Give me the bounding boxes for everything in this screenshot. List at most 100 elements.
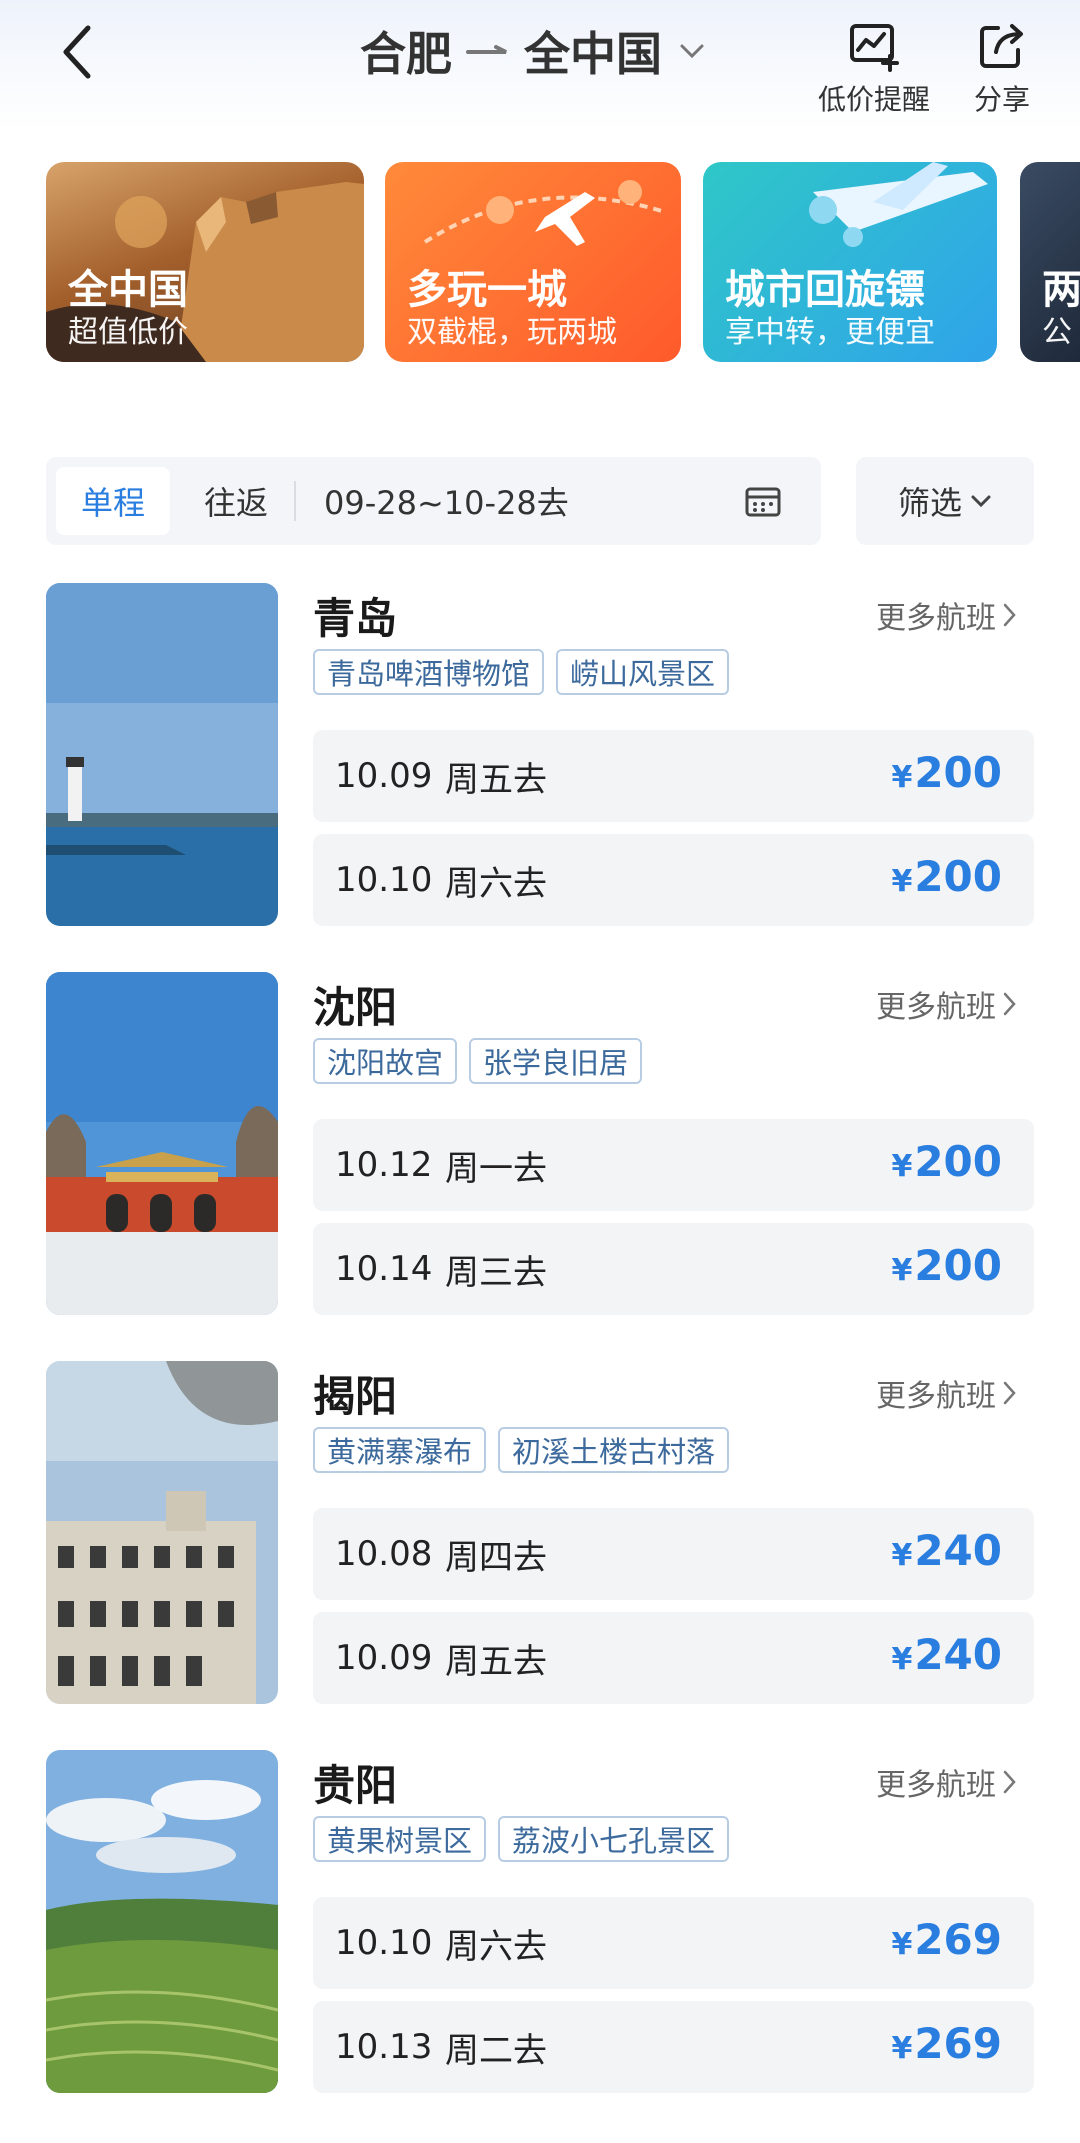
flight-weekday: 周四去 xyxy=(445,1537,547,1578)
attraction-tags: 黄果树景区 荔波小七孔景区 xyxy=(313,1816,730,1862)
flight-weekday: 周五去 xyxy=(445,759,547,800)
price-value: 269 xyxy=(914,2019,1002,2068)
flight-row[interactable]: 10.10 周六去 ¥269 xyxy=(313,1897,1034,1989)
banner-multi-city[interactable]: 多玩一城 双截棍，玩两城 xyxy=(385,162,681,362)
chevron-left-icon xyxy=(63,25,91,79)
origin-city: 合肥 xyxy=(360,27,452,81)
flight-date: 10.08 xyxy=(335,1534,433,1574)
attraction-tag[interactable]: 黄满寨瀑布 xyxy=(313,1427,487,1473)
city-name: 揭阳 xyxy=(313,1372,398,1421)
more-flights-label: 更多航班 xyxy=(876,601,996,636)
banner-partial[interactable]: 两 公 xyxy=(1020,162,1080,362)
flight-date: 10.13 xyxy=(335,2027,433,2067)
city-name: 青岛 xyxy=(313,594,398,643)
attraction-tag[interactable]: 黄果树景区 xyxy=(313,1816,487,1862)
currency-symbol: ¥ xyxy=(891,864,913,899)
price-value: 240 xyxy=(914,1630,1002,1679)
attraction-tag[interactable]: 张学良旧居 xyxy=(469,1038,643,1084)
price-value: 240 xyxy=(914,1526,1002,1575)
destination-photo xyxy=(46,583,278,926)
low-price-alert-button[interactable]: 低价提醒 xyxy=(818,18,930,118)
currency-symbol: ¥ xyxy=(891,2031,913,2066)
destination-card[interactable]: 沈阳 更多航班 沈阳故宫 张学良旧居 10.12 周一去 ¥200 10.14 … xyxy=(0,972,1080,1332)
more-flights-link[interactable]: 更多航班 xyxy=(876,1371,1018,1415)
arrow-right-icon xyxy=(466,45,507,54)
attraction-tag[interactable]: 荔波小七孔景区 xyxy=(498,1816,730,1862)
flight-date: 10.09 xyxy=(335,1638,433,1678)
banner-city-boomerang[interactable]: 城市回旋镖 享中转，更便宜 xyxy=(703,162,997,362)
flight-row[interactable]: 10.10 周六去 ¥200 xyxy=(313,834,1034,926)
flight-date: 10.09 xyxy=(335,756,433,796)
flight-row[interactable]: 10.12 周一去 ¥200 xyxy=(313,1119,1034,1211)
divider xyxy=(294,481,296,521)
filter-label: 筛选 xyxy=(897,484,962,522)
attraction-tag[interactable]: 沈阳故宫 xyxy=(313,1038,458,1084)
flight-price: ¥240 xyxy=(891,1508,1002,1600)
chevron-right-icon xyxy=(1003,1770,1016,1794)
attraction-tag[interactable]: 初溪土楼古村落 xyxy=(498,1427,730,1473)
flight-price: ¥269 xyxy=(891,1897,1002,1989)
price-value: 200 xyxy=(914,1137,1002,1186)
chevron-right-icon xyxy=(1003,992,1016,1016)
banner-subtitle: 超值低价 xyxy=(68,315,188,350)
calendar-icon[interactable] xyxy=(744,483,782,519)
attraction-tag[interactable]: 青岛啤酒博物馆 xyxy=(313,649,545,695)
chevron-right-icon xyxy=(1003,603,1016,627)
filter-button[interactable]: 筛选 xyxy=(856,457,1034,545)
flight-weekday: 周六去 xyxy=(445,863,547,904)
banner-subtitle: 享中转，更便宜 xyxy=(725,315,935,350)
attraction-tag[interactable]: 崂山风景区 xyxy=(556,649,730,695)
currency-symbol: ¥ xyxy=(891,1253,913,1288)
more-flights-label: 更多航班 xyxy=(876,990,996,1025)
share-icon xyxy=(980,24,1023,68)
tab-oneway[interactable]: 单程 xyxy=(56,467,170,535)
chevron-right-icon xyxy=(1003,1381,1016,1405)
route-selector[interactable]: 合肥 全中国 xyxy=(360,18,706,84)
banner-all-china[interactable]: 全中国 超值低价 xyxy=(46,162,364,362)
flight-price: ¥269 xyxy=(891,2001,1002,2093)
flight-price: ¥240 xyxy=(891,1612,1002,1704)
attraction-tags: 黄满寨瀑布 初溪土楼古村落 xyxy=(313,1427,730,1473)
date-range-picker[interactable]: 09-28~10-28去 xyxy=(324,467,569,535)
currency-symbol: ¥ xyxy=(891,760,913,795)
flight-row[interactable]: 10.14 周三去 ¥200 xyxy=(313,1223,1034,1315)
trip-type-date-bar: 单程 往返 09-28~10-28去 xyxy=(46,457,821,545)
city-name: 贵阳 xyxy=(313,1761,398,1810)
flight-weekday: 周三去 xyxy=(445,1252,547,1293)
flight-price: ¥200 xyxy=(891,730,1002,822)
more-flights-link[interactable]: 更多航班 xyxy=(876,1760,1018,1804)
price-value: 200 xyxy=(914,852,1002,901)
price-value: 269 xyxy=(914,1915,1002,1964)
flight-date: 10.12 xyxy=(335,1145,433,1185)
back-button[interactable] xyxy=(52,22,102,82)
destination-photo xyxy=(46,1361,278,1704)
low-price-alert-label: 低价提醒 xyxy=(818,83,931,116)
share-button[interactable]: 分享 xyxy=(974,18,1030,118)
currency-symbol: ¥ xyxy=(891,1642,913,1677)
chevron-down-icon xyxy=(680,44,704,59)
attraction-tags: 沈阳故宫 张学良旧居 xyxy=(313,1038,643,1084)
more-flights-label: 更多航班 xyxy=(876,1768,996,1803)
flight-weekday: 周一去 xyxy=(445,1148,547,1189)
flight-row[interactable]: 10.09 周五去 ¥240 xyxy=(313,1612,1034,1704)
flight-weekday: 周六去 xyxy=(445,1926,547,1967)
share-label: 分享 xyxy=(974,83,1031,116)
tab-roundtrip[interactable]: 往返 xyxy=(184,467,288,535)
destination-card[interactable]: 贵阳 更多航班 黄果树景区 荔波小七孔景区 10.10 周六去 ¥269 10.… xyxy=(0,1750,1080,2110)
more-flights-label: 更多航班 xyxy=(876,1379,996,1414)
currency-symbol: ¥ xyxy=(891,1538,913,1573)
currency-symbol: ¥ xyxy=(891,1927,913,1962)
flight-row[interactable]: 10.13 周二去 ¥269 xyxy=(313,2001,1034,2093)
flight-price: ¥200 xyxy=(891,1223,1002,1315)
price-value: 200 xyxy=(914,1241,1002,1290)
attraction-tags: 青岛啤酒博物馆 崂山风景区 xyxy=(313,649,730,695)
flight-date: 10.14 xyxy=(335,1249,433,1289)
more-flights-link[interactable]: 更多航班 xyxy=(876,593,1018,637)
price-chart-alert-icon xyxy=(850,24,899,72)
flight-row[interactable]: 10.08 周四去 ¥240 xyxy=(313,1508,1034,1600)
flight-row[interactable]: 10.09 周五去 ¥200 xyxy=(313,730,1034,822)
destination-card[interactable]: 揭阳 更多航班 黄满寨瀑布 初溪土楼古村落 10.08 周四去 ¥240 10.… xyxy=(0,1361,1080,1721)
destination-card[interactable]: 青岛 更多航班 青岛啤酒博物馆 崂山风景区 10.09 周五去 ¥200 10.… xyxy=(0,583,1080,943)
banner-subtitle: 公 xyxy=(1042,315,1072,350)
more-flights-link[interactable]: 更多航班 xyxy=(876,982,1018,1026)
